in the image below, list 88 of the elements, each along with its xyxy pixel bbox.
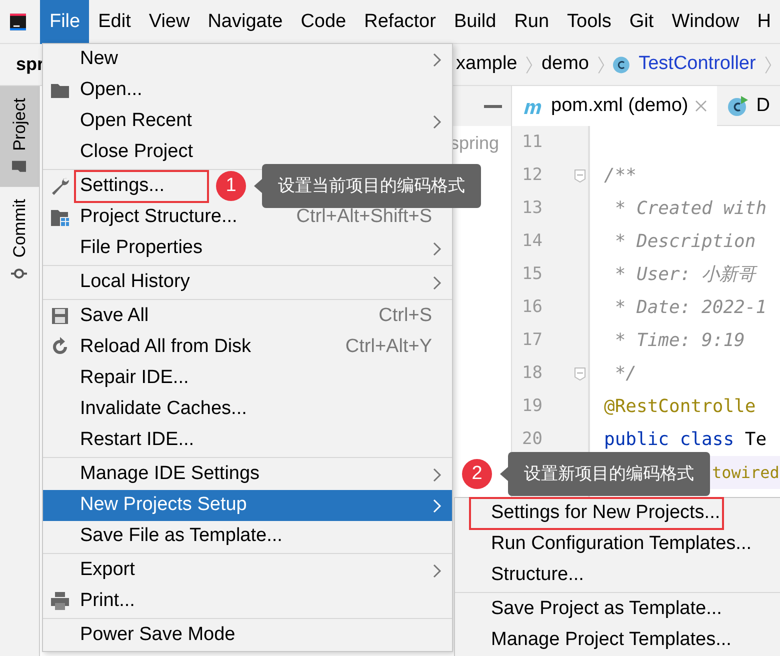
tooltip-pointer-icon — [500, 467, 508, 481]
line-number: 15 — [522, 262, 542, 286]
line-number: 12 — [522, 164, 542, 187]
code-line: /** — [604, 165, 637, 186]
line-number: 13 — [522, 196, 542, 220]
menu-item[interactable]: Save File as Template... — [43, 521, 452, 552]
code-line: */ — [614, 363, 637, 384]
breadcrumb-item[interactable]: xample — [456, 50, 518, 79]
menu-item[interactable]: Open Recent — [43, 106, 452, 137]
code-line: * Time: 9:19 — [614, 330, 745, 351]
shortcut-label: Ctrl+Alt+Y — [345, 335, 433, 360]
menu-bar-item[interactable]: Tools — [558, 0, 620, 44]
side-tab[interactable]: Project — [0, 86, 39, 187]
tooltip-pointer-icon — [254, 179, 262, 193]
line-number: 18 — [522, 362, 542, 385]
line-number: 19 — [522, 394, 542, 418]
side-tab[interactable]: Commit — [0, 186, 39, 294]
chevron-icon — [432, 52, 442, 68]
editor-tab[interactable]: pom.xml (demo) — [512, 86, 718, 126]
chevron-icon — [432, 114, 442, 130]
line-number: 20 — [522, 428, 542, 451]
close-icon — [695, 100, 708, 112]
chevron-icon — [596, 54, 606, 76]
callout-tooltip: 设置新项目的编码格式 — [508, 452, 710, 496]
code-line: * Created with — [614, 198, 767, 219]
line-number: 11 — [522, 130, 542, 154]
menu-item[interactable]: Run Configuration Templates... — [455, 529, 780, 560]
refresh-icon — [50, 337, 70, 357]
class-icon — [613, 54, 630, 74]
folder-icon — [12, 158, 28, 175]
menu-item[interactable]: Structure... — [455, 560, 780, 591]
chevron-icon — [432, 498, 442, 514]
menu-bar-item[interactable]: H — [748, 0, 780, 44]
wrench-icon — [50, 176, 70, 196]
code-line: * Description — [614, 231, 756, 252]
tab-label: D — [756, 94, 770, 118]
code-line: towired — [712, 463, 780, 482]
menu-bar-item[interactable]: Git — [620, 0, 663, 44]
line-number: 16 — [522, 296, 542, 319]
project-name: spr — [16, 54, 44, 74]
menu-item[interactable]: New Projects Setup — [43, 490, 452, 521]
menu-bar-item[interactable]: Code — [292, 0, 356, 44]
breadcrumb-item[interactable]: TestController — [638, 50, 756, 79]
printer-icon — [50, 591, 70, 611]
menu-item[interactable]: File Properties — [43, 233, 452, 264]
menu-item[interactable]: Repair IDE... — [43, 363, 452, 394]
menu-bar-item[interactable]: File — [40, 0, 90, 44]
chevron-icon — [432, 274, 442, 290]
line-number: 14 — [522, 230, 542, 253]
menu-item[interactable]: Open... — [43, 75, 452, 106]
shortcut-label: Ctrl+S — [378, 304, 433, 328]
menu-bar-item[interactable]: Navigate — [198, 0, 292, 44]
tab-label: pom.xml (demo) — [551, 94, 688, 118]
chevron-icon — [432, 562, 442, 578]
editor-tab[interactable]: D — [717, 86, 780, 126]
menu-bar-item[interactable]: Build — [444, 0, 506, 44]
breadcrumb-item[interactable]: demo — [541, 50, 589, 79]
menu-item[interactable]: Print... — [43, 586, 452, 617]
menu-item[interactable]: Manage Project Templates... — [455, 625, 780, 656]
menu-item[interactable]: Reload All from Disk Ctrl+Alt+Y — [43, 332, 452, 363]
menu-item[interactable]: Restart IDE... — [43, 425, 452, 456]
minimize-icon — [484, 104, 502, 108]
code-line: public class Te — [604, 429, 767, 450]
chevron-icon — [764, 54, 772, 76]
menu-bar-item[interactable]: View — [140, 0, 199, 44]
code-line: @RestControlle — [604, 396, 756, 417]
runnable-class-icon — [727, 95, 750, 117]
chevron-icon — [525, 54, 534, 76]
menu-item[interactable]: New — [43, 44, 452, 75]
menu-item[interactable]: Save Project as Template... — [455, 594, 780, 625]
menu-bar-item[interactable]: Refactor — [355, 0, 445, 44]
menu-bar-item[interactable]: Window — [662, 0, 748, 44]
code-line: * User: 小新哥 — [614, 264, 756, 285]
code-line: * Date: 2022-1 — [614, 297, 767, 318]
shortcut-label: Ctrl+Alt+Shift+S — [296, 205, 433, 230]
menu-item[interactable]: Local History — [43, 267, 452, 298]
chevron-icon — [432, 240, 442, 256]
menu-item[interactable]: Save All Ctrl+S — [43, 301, 452, 332]
menu-item[interactable]: Export — [43, 555, 452, 586]
menu-item[interactable]: Manage IDE Settings — [43, 459, 452, 490]
folder-grid-icon — [50, 207, 70, 227]
line-number: 17 — [522, 328, 542, 352]
chevron-icon — [432, 466, 442, 482]
menu-item[interactable]: Power Save Mode — [43, 620, 452, 651]
callout-tooltip: 设置当前项目的编码格式 — [262, 164, 481, 208]
menu-bar-item[interactable]: Edit — [89, 0, 140, 44]
menu-item[interactable]: Invalidate Caches... — [43, 394, 452, 425]
menu-bar-item[interactable]: Run — [505, 0, 558, 44]
